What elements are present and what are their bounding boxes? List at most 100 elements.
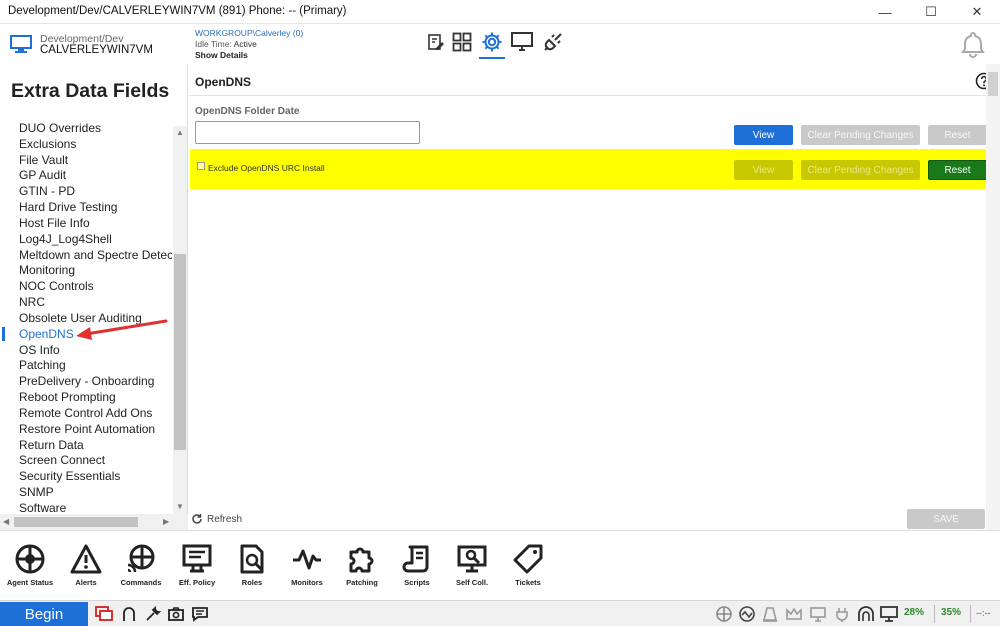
- roles-button[interactable]: Roles: [224, 543, 280, 587]
- commands-button[interactable]: Commands: [113, 543, 169, 587]
- list-vertical-scrollbar[interactable]: ▲ ▼: [173, 126, 187, 514]
- scroll-down-icon[interactable]: ▼: [176, 502, 184, 511]
- show-details-link[interactable]: Show Details: [195, 50, 248, 60]
- extra-data-fields-panel: Extra Data Fields DUO Overrides Exclusio…: [0, 64, 188, 530]
- list-item[interactable]: PreDelivery - Onboarding: [19, 374, 154, 388]
- plug-status-icon[interactable]: [833, 605, 851, 623]
- tickets-button[interactable]: Tickets: [500, 543, 556, 587]
- self-coll-button[interactable]: Self Coll.: [444, 543, 500, 587]
- view-button[interactable]: View: [734, 160, 793, 180]
- alerts-button[interactable]: Alerts: [58, 543, 114, 587]
- list-item[interactable]: Return Data: [19, 438, 84, 452]
- gear-icon[interactable]: [479, 29, 505, 55]
- cpu-usage: 28%: [904, 607, 925, 618]
- monitors-button[interactable]: Monitors: [279, 543, 335, 587]
- reset-button[interactable]: Reset: [928, 160, 987, 180]
- display-icon[interactable]: [880, 605, 898, 623]
- tool-label: Agent Status: [6, 578, 54, 587]
- list-item[interactable]: GTIN - PD: [19, 184, 75, 198]
- scroll-up-icon[interactable]: ▲: [176, 128, 184, 137]
- list-item[interactable]: Exclusions: [19, 137, 76, 151]
- list-item[interactable]: Software: [19, 501, 66, 514]
- workgroup-link[interactable]: WORKGROUP\Calverley (0): [195, 28, 303, 38]
- list-item[interactable]: SNMP: [19, 485, 54, 499]
- patching-button[interactable]: Patching: [334, 543, 390, 587]
- wrench-icon[interactable]: [144, 605, 162, 623]
- close-button[interactable]: ✕: [954, 0, 1000, 24]
- list-item[interactable]: GP Audit: [19, 168, 66, 182]
- list-item[interactable]: Hard Drive Testing: [19, 200, 117, 214]
- tool-label: Tickets: [515, 578, 541, 587]
- headset-icon[interactable]: [120, 605, 138, 623]
- screen-share-icon[interactable]: [809, 605, 827, 623]
- target-status-icon[interactable]: [715, 605, 733, 623]
- cone-icon[interactable]: [761, 605, 779, 623]
- list-item[interactable]: File Vault: [19, 153, 68, 167]
- list-item[interactable]: Meltdown and Spectre Detection: [19, 248, 172, 262]
- list-item[interactable]: Host File Info: [19, 216, 90, 230]
- agent-status-button[interactable]: Agent Status: [2, 543, 58, 587]
- main-scroll-thumb[interactable]: [988, 72, 998, 96]
- crown-icon[interactable]: [785, 605, 803, 623]
- roles-icon: [240, 544, 264, 574]
- tunnel-icon[interactable]: [857, 605, 875, 623]
- opendns-panel: OpenDNS OpenDNS Folder Date View Clear P…: [189, 64, 1000, 530]
- idle-time-value: Active: [233, 39, 257, 49]
- scroll-left-icon[interactable]: ◀: [3, 517, 9, 526]
- clear-pending-changes-button[interactable]: Clear Pending Changes: [801, 125, 920, 145]
- list-horizontal-scrollbar[interactable]: ◀ ▶: [0, 514, 188, 530]
- policy-icon: [182, 544, 212, 573]
- window-title-bar: Development/Dev/CALVERLEYWIN7VM (891) Ph…: [0, 0, 1000, 24]
- list-item[interactable]: Patching: [19, 358, 66, 372]
- list-item[interactable]: Screen Connect: [19, 453, 105, 467]
- annotation-arrow-icon: [76, 319, 168, 340]
- grid-icon[interactable]: [449, 29, 475, 55]
- refresh-icon: [192, 514, 202, 524]
- scroll-right-icon[interactable]: ▶: [163, 517, 169, 526]
- main-vertical-scrollbar[interactable]: [986, 64, 1000, 530]
- remote-monitor-icon[interactable]: [95, 605, 113, 623]
- chat-icon[interactable]: [191, 605, 209, 623]
- scroll-icon: [402, 545, 429, 573]
- monitor-icon[interactable]: [509, 29, 535, 55]
- list-item[interactable]: OS Info: [19, 343, 60, 357]
- refresh-button[interactable]: Refresh: [191, 513, 242, 525]
- list-item[interactable]: Restore Point Automation: [19, 422, 155, 436]
- folder-date-input[interactable]: [195, 121, 420, 144]
- tool-label: Self Coll.: [455, 578, 489, 587]
- list-item[interactable]: NRC: [19, 295, 45, 309]
- begin-button[interactable]: Begin: [0, 602, 88, 626]
- reset-button[interactable]: Reset: [928, 125, 987, 145]
- list-item-selected[interactable]: OpenDNS: [19, 327, 74, 341]
- maximize-button[interactable]: ☐: [908, 0, 954, 24]
- eff-policy-button[interactable]: Eff. Policy: [169, 543, 225, 587]
- edit-list-icon[interactable]: [423, 29, 449, 55]
- minimize-button[interactable]: —: [862, 0, 908, 24]
- scripts-button[interactable]: Scripts: [389, 543, 445, 587]
- bell-icon[interactable]: [959, 30, 987, 58]
- list-item[interactable]: Monitoring: [19, 263, 75, 277]
- exclude-urc-checkbox[interactable]: [197, 162, 205, 170]
- plug-icon[interactable]: [540, 29, 566, 55]
- save-button[interactable]: SAVE: [907, 509, 985, 529]
- exclude-urc-label: Exclude OpenDNS URC Install: [208, 163, 325, 173]
- list-item[interactable]: NOC Controls: [19, 279, 94, 293]
- divider: [934, 605, 935, 623]
- tag-icon: [513, 544, 543, 574]
- idle-time-label: Idle Time:: [195, 39, 232, 49]
- list-item[interactable]: Log4J_Log4Shell: [19, 232, 112, 246]
- refresh-label: Refresh: [207, 513, 243, 525]
- list-item[interactable]: Remote Control Add Ons: [19, 406, 152, 420]
- list-scroll-thumb[interactable]: [174, 254, 186, 450]
- view-button[interactable]: View: [734, 125, 793, 145]
- clear-pending-changes-button[interactable]: Clear Pending Changes: [801, 160, 920, 180]
- camera-icon[interactable]: [167, 605, 185, 623]
- panel-heading: Extra Data Fields: [11, 80, 170, 102]
- signal-icon[interactable]: [738, 605, 756, 623]
- list-item[interactable]: Reboot Prompting: [19, 390, 116, 404]
- list-item[interactable]: Security Essentials: [19, 469, 120, 483]
- list-hscroll-thumb[interactable]: [14, 517, 138, 527]
- self-collect-icon: [457, 545, 487, 573]
- list-item[interactable]: DUO Overrides: [19, 121, 101, 135]
- puzzle-icon: [349, 547, 374, 573]
